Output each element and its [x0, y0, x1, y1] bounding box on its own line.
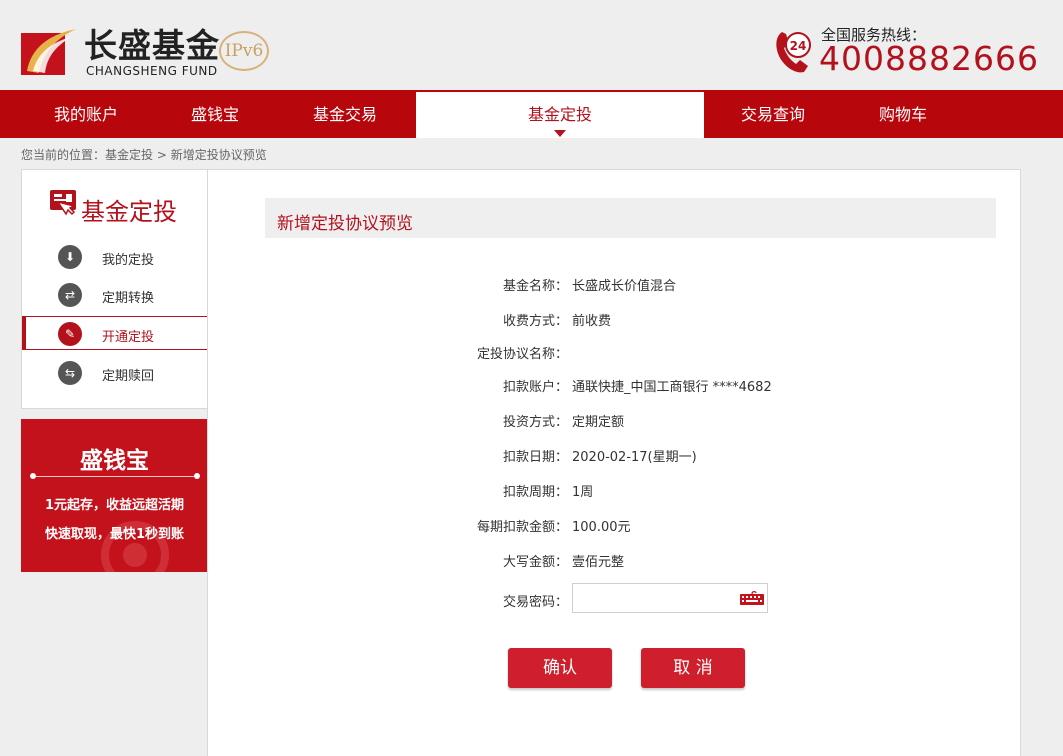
password-input[interactable] — [573, 584, 733, 612]
hotline-number: 4008882666 — [819, 39, 1039, 78]
brand-name-en: CHANGSHENG FUND — [86, 64, 218, 78]
field-debit-date: 扣款日期： 2020-02-17(星期一) — [208, 446, 1022, 466]
field-amount-uppercase: 大写金额： 壹佰元整 — [208, 551, 1022, 571]
confirm-button[interactable]: 确认 — [508, 648, 612, 688]
promo-dot — [194, 473, 200, 479]
promo-text-2: 快速取现，最快1秒到账 — [44, 527, 185, 542]
brand-name: 长盛基金 — [84, 26, 220, 65]
nav-shengqianbao[interactable]: 盛钱宝 — [150, 90, 280, 138]
download-icon: ⬇ — [58, 245, 82, 269]
field-fee-mode: 收费方式： 前收费 — [208, 310, 1022, 330]
sidebar-item-periodic-switch[interactable]: ⇄ 定期转换 — [22, 278, 209, 312]
field-value: 长盛成长价值混合 — [572, 279, 677, 294]
redeem-icon: ⇆ — [58, 361, 82, 385]
ipv6-badge: IPv6 — [219, 31, 269, 71]
cancel-button[interactable]: 取 消 — [641, 648, 745, 688]
field-label: 基金名称： — [502, 279, 568, 294]
sip-icon — [50, 190, 77, 216]
sidebar-item-label: 定期赎回 — [102, 369, 155, 384]
field-invest-mode: 投资方式： 定期定额 — [208, 411, 1022, 431]
panel-header: 新增定投协议预览 — [265, 198, 996, 238]
sidebar-item-periodic-redeem[interactable]: ⇆ 定期赎回 — [22, 356, 209, 390]
field-value: 定期定额 — [572, 415, 625, 430]
form-icon: ✎ — [58, 322, 82, 346]
field-value: 前收费 — [572, 314, 612, 329]
site-header: 长盛基金 CHANGSHENG FUND IPv6 24 全国服务热线： 400… — [0, 0, 1063, 90]
field-label: 定投协议名称： — [476, 347, 568, 362]
field-value: 2020-02-17(星期一) — [572, 450, 697, 465]
sidebar-item-label: 开通定投 — [102, 330, 155, 345]
main-panel: 新增定投协议预览 基金名称： 长盛成长价值混合 收费方式： 前收费 定投协议名称… — [207, 169, 1021, 756]
breadcrumb-link[interactable]: 基金定投 — [105, 148, 153, 162]
nav-label: 我的账户 — [53, 105, 118, 124]
nav-cart[interactable]: 购物车 — [838, 90, 968, 138]
logo-icon — [21, 29, 76, 75]
promo-banner[interactable]: 盛钱宝 1元起存，收益远超活期 快速取现，最快1秒到账 — [21, 419, 208, 572]
hotline-icon-text: 24 — [790, 39, 807, 53]
field-label: 扣款日期： — [502, 450, 568, 465]
nav-fund-sip[interactable]: 基金定投 — [416, 92, 704, 138]
promo-text-1: 1元起存，收益远超活期 — [44, 498, 185, 513]
nav-fund-trading[interactable]: 基金交易 — [280, 90, 410, 138]
field-label: 扣款周期： — [502, 485, 568, 500]
field-agreement-name: 定投协议名称： — [208, 343, 1022, 363]
field-value: 1周 — [572, 485, 594, 500]
active-caret-icon — [554, 130, 566, 137]
promo-dot — [30, 473, 36, 479]
nav-trade-query[interactable]: 交易查询 — [708, 90, 838, 138]
sidebar: 基金定投 ⬇ 我的定投 ⇄ 定期转换 ✎ 开通定投 ⇆ 定期赎回 — [21, 169, 209, 409]
field-amount: 每期扣款金额： 100.00元 — [208, 516, 1022, 536]
nav-label: 购物车 — [878, 105, 927, 124]
nav-label: 基金交易 — [312, 105, 377, 124]
field-label: 交易密码： — [502, 595, 568, 610]
nav-label: 交易查询 — [740, 105, 805, 124]
field-label: 收费方式： — [502, 314, 568, 329]
field-debit-account: 扣款账户： 通联快捷_中国工商银行 ****4682 — [208, 376, 1022, 396]
field-value: 100.00元 — [572, 520, 631, 535]
page-title: 新增定投协议预览 — [277, 214, 413, 234]
sidebar-item-my-sip[interactable]: ⬇ 我的定投 — [22, 240, 209, 274]
phone-24-icon: 24 — [776, 32, 811, 73]
main-nav: 我的账户 盛钱宝 基金交易 基金定投 交易查询 购物车 — [0, 90, 1063, 138]
breadcrumb: 您当前的位置：基金定投 > 新增定投协议预览 — [21, 146, 267, 163]
sidebar-title: 基金定投 — [81, 198, 177, 226]
breadcrumb-current: 新增定投协议预览 — [170, 148, 267, 162]
field-value: 壹佰元整 — [572, 555, 625, 570]
sidebar-item-label: 定期转换 — [102, 291, 155, 306]
breadcrumb-prefix: 您当前的位置： — [21, 148, 106, 162]
nav-label: 盛钱宝 — [190, 105, 239, 124]
nav-label: 基金定投 — [527, 105, 592, 124]
field-label: 每期扣款金额： — [476, 520, 568, 535]
nav-my-account[interactable]: 我的账户 — [22, 90, 150, 138]
field-label: 大写金额： — [502, 555, 568, 570]
field-fund-name: 基金名称： 长盛成长价值混合 — [208, 275, 1022, 295]
field-value: 通联快捷_中国工商银行 ****4682 — [572, 380, 772, 395]
sidebar-item-open-sip[interactable]: ✎ 开通定投 — [22, 316, 209, 350]
field-label: 扣款账户： — [502, 380, 568, 395]
sidebar-item-label: 我的定投 — [102, 253, 155, 268]
keyboard-icon[interactable] — [739, 590, 765, 606]
field-label: 投资方式： — [502, 415, 568, 430]
promo-title: 盛钱宝 — [80, 448, 149, 474]
exchange-icon: ⇄ — [58, 283, 82, 307]
field-debit-cycle: 扣款周期： 1周 — [208, 481, 1022, 501]
breadcrumb-separator: > — [156, 148, 167, 162]
promo-divider — [31, 476, 198, 477]
password-field[interactable] — [572, 583, 768, 613]
